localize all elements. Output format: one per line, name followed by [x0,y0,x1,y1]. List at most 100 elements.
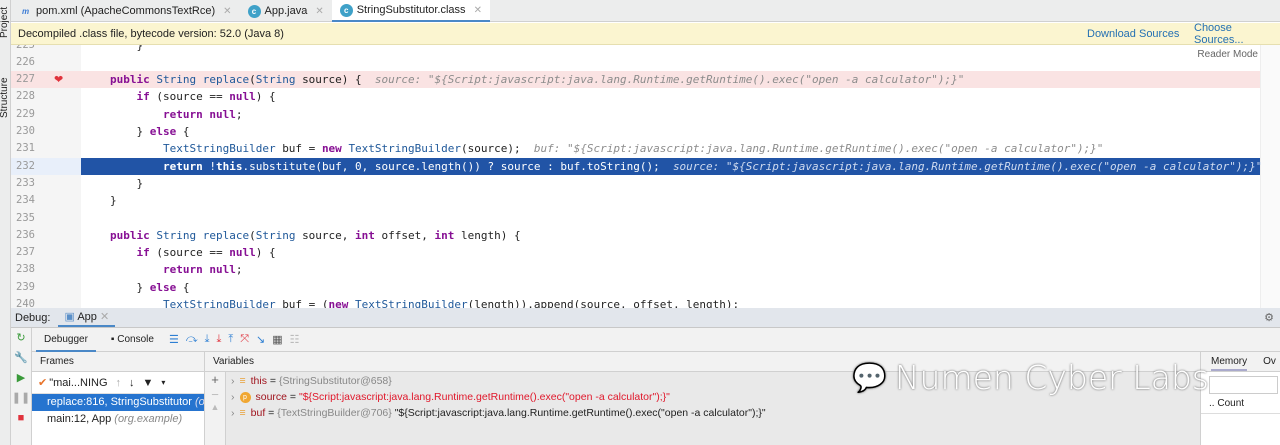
field-icon: ≡ [239,375,246,387]
line-number[interactable]: 228 [16,88,41,105]
close-icon[interactable]: ✕ [315,6,323,17]
chevron-down-icon[interactable]: ▾ [161,378,165,387]
code-line[interactable]: 240 TextStringBuilder buf = (new TextStr… [11,296,1260,308]
tab-stringsubstitutor-class[interactable]: c StringSubstitutor.class ✕ [331,0,490,22]
line-number[interactable]: 236 [16,227,41,244]
arrow-up-icon[interactable]: ↑ [116,377,122,389]
arrow-down-icon[interactable]: ↓ [129,377,135,389]
project-tool-button[interactable]: Project [0,7,10,38]
code-line[interactable]: 237 if (source == null) { [11,244,1260,261]
line-number[interactable]: 237 [16,244,41,261]
debugger-tab[interactable]: Debugger [36,328,96,352]
remove-watch-icon[interactable]: − [205,387,225,402]
code-line[interactable]: 239 } else { [11,279,1260,296]
code-line[interactable]: 225 } [11,45,1260,54]
code-line[interactable]: 238 return null; [11,261,1260,278]
error-stripe[interactable] [1260,45,1280,308]
close-icon[interactable]: ✕ [100,311,109,323]
drop-frame-icon[interactable]: ⤧ [240,333,249,346]
console-tab[interactable]: ▪ Console [103,328,162,352]
expand-icon[interactable]: › [231,391,235,403]
line-number[interactable]: 230 [16,123,41,140]
step-over-icon[interactable]: ⤓ [205,333,210,346]
expand-icon[interactable]: › [231,407,235,419]
code-line[interactable]: 236 public String replace(String source, … [11,227,1260,244]
code-text: } else { [110,279,189,296]
line-number[interactable]: 239 [16,279,41,296]
code-token: this [215,159,243,173]
tab-app-java[interactable]: c App.java ✕ [240,0,332,22]
filter-icon[interactable]: ▼ [143,377,154,389]
code-token: else [149,280,183,294]
line-number[interactable]: 229 [16,106,41,123]
code-line[interactable]: 229 return null; [11,106,1260,123]
memory-search-input[interactable] [1209,376,1278,394]
structure-tool-button[interactable]: Structure [0,77,10,118]
code-editor[interactable]: Reader Mode 225 }226227❤public String re… [11,45,1280,308]
code-line[interactable]: 235 [11,210,1260,227]
line-number[interactable]: 225 [16,45,41,54]
line-number[interactable]: 231 [16,140,41,157]
stop-icon[interactable]: ■ [11,408,31,428]
code-line[interactable]: 227 ❤ public String replace(String source)… [11,71,1260,89]
close-icon[interactable]: ✕ [474,5,482,16]
layout-icon[interactable]: ☰ [169,333,179,346]
thread-selector[interactable]: ✔ "mai...NING ↑ ↓ ▼ ▾ [32,372,204,394]
frame-item[interactable]: replace:816, StringSubstitutor (org.apac… [32,394,204,411]
close-icon[interactable]: ✕ [223,6,231,17]
var-value: "${Script:javascript:java.lang.Runtime.g… [298,391,670,403]
line-number[interactable]: 233 [16,175,41,192]
left-tool-strip: Project Structure [0,0,11,445]
variable-row[interactable]: › ≡ buf = {TextStringBuilder@706} "${Scrip… [231,406,766,420]
code-line[interactable]: 230 } else { [11,123,1260,140]
code-token: public [110,228,157,242]
code-line[interactable]: 228 if (source == null) { [11,88,1260,105]
breakpoint-icon[interactable]: ❤ [54,71,63,88]
show-execution-point-icon[interactable]: ⤼ [186,333,198,346]
code-line[interactable]: 231 TextStringBuilder buf = new TextStri… [11,140,1260,157]
code-token: source) { [302,73,375,87]
line-number[interactable]: 226 [16,54,41,71]
frame-item[interactable]: main:12, App (org.example) [32,411,204,428]
move-up-icon[interactable]: ▲ [205,402,225,412]
code-line[interactable]: 233 } [11,175,1260,192]
debug-config-tab[interactable]: ▣ App ✕ [58,308,116,327]
code-line[interactable]: 226 [11,54,1260,71]
trace-icon[interactable]: ☷ [290,333,300,346]
add-watch-icon[interactable]: + [205,372,225,387]
variable-row[interactable]: › ≡ this = {StringSubstitutor@658} [231,374,392,388]
step-out-icon[interactable]: ⤒ [228,333,233,346]
settings-wrench-icon[interactable]: 🔧 [11,348,31,368]
memory-tab[interactable]: Memory [1211,352,1248,371]
code-token: new [321,142,349,156]
code-line[interactable]: 234} [11,192,1260,209]
overhead-tab[interactable]: Ov [1263,352,1276,371]
choose-sources-link[interactable]: Choose Sources... [1194,22,1280,46]
tab-pom-xml[interactable]: m pom.xml (ApacheCommonsTextRce) ✕ [11,0,240,22]
rerun-icon[interactable]: ↻ [11,328,31,348]
count-column-header[interactable]: .. Count [1201,394,1280,414]
watermark-text: Numen Cyber Labs [894,358,1209,397]
code-token: source: "${Script:javascript:java.lang.R… [374,73,965,87]
resume-icon[interactable]: ▶ [11,368,31,388]
expand-icon[interactable]: › [231,375,235,387]
code-token: String [255,73,303,87]
line-number[interactable]: 227 [16,71,41,88]
pause-icon[interactable]: ❚❚ [11,388,31,408]
line-number[interactable]: 234 [16,192,41,209]
download-sources-link[interactable]: Download Sources [1087,28,1179,40]
config-label: App [77,311,97,323]
evaluate-expression-icon[interactable]: ▦ [272,333,282,346]
step-into-icon[interactable]: ⤓ [216,333,221,346]
gear-icon[interactable]: ⚙ [1264,311,1274,324]
line-number[interactable]: 238 [16,261,41,278]
run-to-cursor-icon[interactable]: ↘ [256,333,265,346]
line-number[interactable]: 232 [16,157,41,175]
variable-row[interactable]: › p source = "${Script:javascript:java.lan… [231,390,670,404]
line-number[interactable]: 235 [16,210,41,227]
frame-package: (org.apache.commons.text) [194,396,204,408]
code-line[interactable]: 232 return !this.substitute(buf, 0, sour… [11,157,1262,175]
code-token: TextStringBuilder [110,298,283,308]
code-token: (length)).append(source, offset, length)… [467,298,740,308]
line-number[interactable]: 240 [16,296,41,308]
